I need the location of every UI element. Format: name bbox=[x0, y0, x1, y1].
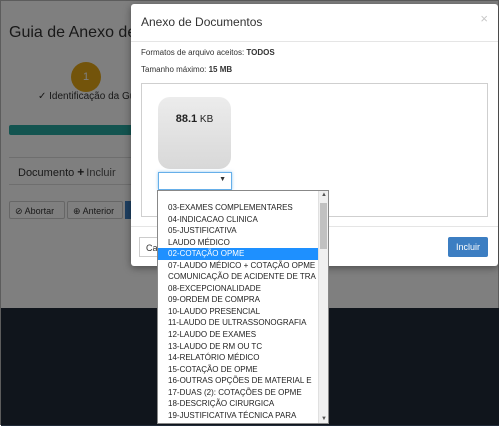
scroll-up-icon[interactable]: ▲ bbox=[321, 192, 327, 198]
dropdown-list: 03-EXAMES COMPLEMENTARES 04-INDICACAO CLI… bbox=[158, 202, 320, 421]
maxsize-info: Tamanho máximo: 15 MB bbox=[141, 65, 232, 74]
scroll-down-icon[interactable]: ▼ bbox=[321, 416, 327, 422]
dropdown-option[interactable]: COMUNICAÇÃO DE ACIDENTE DE TRA bbox=[158, 271, 320, 283]
dropdown-option[interactable]: 18-DESCRIÇÃO CIRURGICA bbox=[158, 398, 320, 410]
maxsize-prefix: Tamanho máximo: bbox=[141, 65, 207, 74]
maxsize-value: 15 MB bbox=[208, 65, 233, 74]
dropdown-option[interactable]: 02-COTAÇÃO OPME bbox=[158, 248, 320, 260]
dropdown-option[interactable]: 09-ORDEM DE COMPRA bbox=[158, 294, 320, 306]
dropdown-option[interactable]: 16-OUTRAS OPÇÕES DE MATERIAL E bbox=[158, 375, 320, 387]
close-icon[interactable]: × bbox=[480, 11, 488, 26]
file-size: 88.1 KB bbox=[158, 113, 231, 125]
dropdown-option[interactable]: LAUDO MÉDICO bbox=[158, 237, 320, 249]
dropdown-option[interactable]: 17-DUAS (2): COTAÇÕES DE OPME bbox=[158, 387, 320, 399]
dropdown-option[interactable]: 07-LAUDO MÉDICO + COTAÇÃO OPME bbox=[158, 260, 320, 272]
file-size-value: 88.1 bbox=[175, 113, 198, 125]
modal-title: Anexo de Documentos bbox=[141, 15, 263, 29]
divider bbox=[131, 41, 498, 42]
formats-value: TODOS bbox=[246, 48, 275, 57]
caret-down-icon: ▼ bbox=[219, 176, 226, 183]
include-button[interactable]: Incluir bbox=[448, 237, 488, 257]
dropdown-option[interactable]: 05-JUSTIFICATIVA bbox=[158, 225, 320, 237]
dropdown-option[interactable]: 15-COTAÇÃO DE OPME bbox=[158, 364, 320, 376]
dropdown-option[interactable]: 19-JUSTIFICATIVA TÉCNICA PARA bbox=[158, 410, 320, 422]
document-type-dropdown[interactable]: 03-EXAMES COMPLEMENTARES 04-INDICACAO CLI… bbox=[157, 190, 329, 424]
dropdown-option[interactable]: 12-LAUDO DE EXAMES bbox=[158, 329, 320, 341]
formats-prefix: Formatos de arquivo aceitos: bbox=[141, 48, 245, 57]
file-size-unit: KB bbox=[199, 114, 214, 125]
scroll-thumb[interactable] bbox=[320, 203, 327, 249]
document-type-select[interactable]: ▼ bbox=[158, 172, 232, 190]
dropdown-option[interactable]: 14-RELATÓRIO MÉDICO bbox=[158, 352, 320, 364]
cancel-button[interactable]: Ca bbox=[139, 237, 159, 257]
dropdown-scrollbar[interactable]: ▲ ▼ bbox=[318, 191, 328, 423]
dropdown-option[interactable]: 13-LAUDO DE RM OU TC bbox=[158, 341, 320, 353]
formats-info: Formatos de arquivo aceitos: TODOS bbox=[141, 48, 275, 57]
dropdown-option[interactable]: 04-INDICACAO CLINICA bbox=[158, 214, 320, 226]
dropdown-option[interactable]: 03-EXAMES COMPLEMENTARES bbox=[158, 202, 320, 214]
dropdown-option[interactable]: 08-EXCEPCIONALIDADE bbox=[158, 283, 320, 295]
file-preview: 88.1 KB bbox=[158, 97, 231, 169]
dropdown-option[interactable]: 11-LAUDO DE ULTRASSONOGRAFIA bbox=[158, 317, 320, 329]
dropdown-option[interactable]: 10-LAUDO PRESENCIAL bbox=[158, 306, 320, 318]
